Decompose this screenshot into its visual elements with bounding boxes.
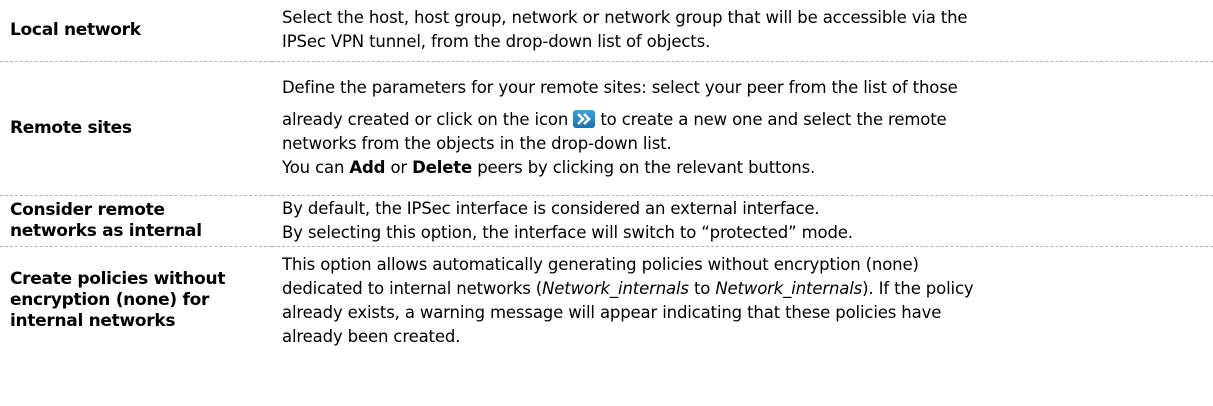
description-line: This option allows automatically generat… — [282, 254, 919, 274]
term-cell: Remote sites — [0, 61, 272, 196]
description-consider-remote: By default, the IPSec interface is consi… — [282, 197, 1207, 245]
description-text: dedicated to internal networks ( — [282, 278, 543, 298]
term-consider-remote-networks: Consider remote networks as internal — [10, 200, 272, 242]
term-create-policies: Create policies without encryption (none… — [10, 269, 272, 332]
description-cell: Define the parameters for your remote si… — [272, 61, 1213, 196]
description-text: to create a new one and select the remot… — [600, 110, 947, 129]
description-cell: Select the host, host group, network or … — [272, 0, 1213, 62]
description-text: or — [390, 158, 408, 177]
table-row-local-network: Local network Select the host, host grou… — [0, 0, 1213, 62]
term-cell: Create policies without encryption (none… — [0, 246, 272, 355]
term-local-network: Local network — [10, 19, 141, 40]
table-row-consider-remote: Consider remote networks as internal By … — [0, 195, 1213, 247]
description-cell: This option allows automatically generat… — [272, 246, 1213, 355]
description-text: ). If the policy — [862, 278, 974, 298]
description-line: already exists, a warning message will a… — [282, 302, 942, 322]
description-remote-sites: Define the parameters for your remote si… — [282, 76, 1207, 180]
description-cell: By default, the IPSec interface is consi… — [272, 195, 1213, 247]
term-remote-sites: Remote sites — [10, 117, 132, 138]
description-line: By default, the IPSec interface is consi… — [282, 198, 820, 218]
description-text: You can — [282, 158, 345, 177]
description-line: Select the host, host group, network or … — [282, 8, 968, 28]
term-line: internal networks — [10, 311, 176, 332]
term-line: encryption (none) for — [10, 290, 210, 311]
term-cell: Consider remote networks as internal — [0, 195, 272, 247]
term-line: Consider remote — [10, 199, 165, 220]
description-local-network: Select the host, host group, network or … — [282, 6, 1207, 54]
table-row-create-policies: Create policies without encryption (none… — [0, 246, 1213, 355]
add-label: Add — [349, 158, 386, 177]
description-text: peers by clicking on the relevant button… — [477, 158, 816, 177]
description-line: IPSec VPN tunnel, from the drop-down lis… — [282, 32, 711, 52]
term-line: Create policies without — [10, 269, 226, 290]
description-line: Define the parameters for your remote si… — [282, 78, 958, 97]
description-create-policies: This option allows automatically generat… — [282, 253, 1207, 349]
term-line: networks as internal — [10, 220, 202, 241]
description-text: already created or click on the icon — [282, 110, 569, 129]
delete-label: Delete — [412, 158, 473, 177]
description-line: By selecting this option, the interface … — [282, 222, 853, 242]
description-line: already been created. — [282, 326, 461, 346]
parameters-table: Local network Select the host, host grou… — [0, 0, 1213, 355]
description-line: You can Add or Delete peers by clicking … — [282, 156, 1207, 180]
network-internals-object: Network_internals — [542, 278, 689, 298]
term-cell: Local network — [0, 0, 272, 62]
table-row-remote-sites: Remote sites Define the parameters for y… — [0, 61, 1213, 196]
description-line: networks from the objects in the drop-do… — [282, 134, 672, 153]
description-line: already created or click on the icon to … — [282, 108, 1207, 132]
network-internals-object: Network_internals — [715, 278, 863, 298]
double-chevron-right-icon — [573, 110, 596, 128]
description-line: dedicated to internal networks (Network_… — [282, 277, 1207, 301]
description-text: to — [693, 278, 711, 298]
